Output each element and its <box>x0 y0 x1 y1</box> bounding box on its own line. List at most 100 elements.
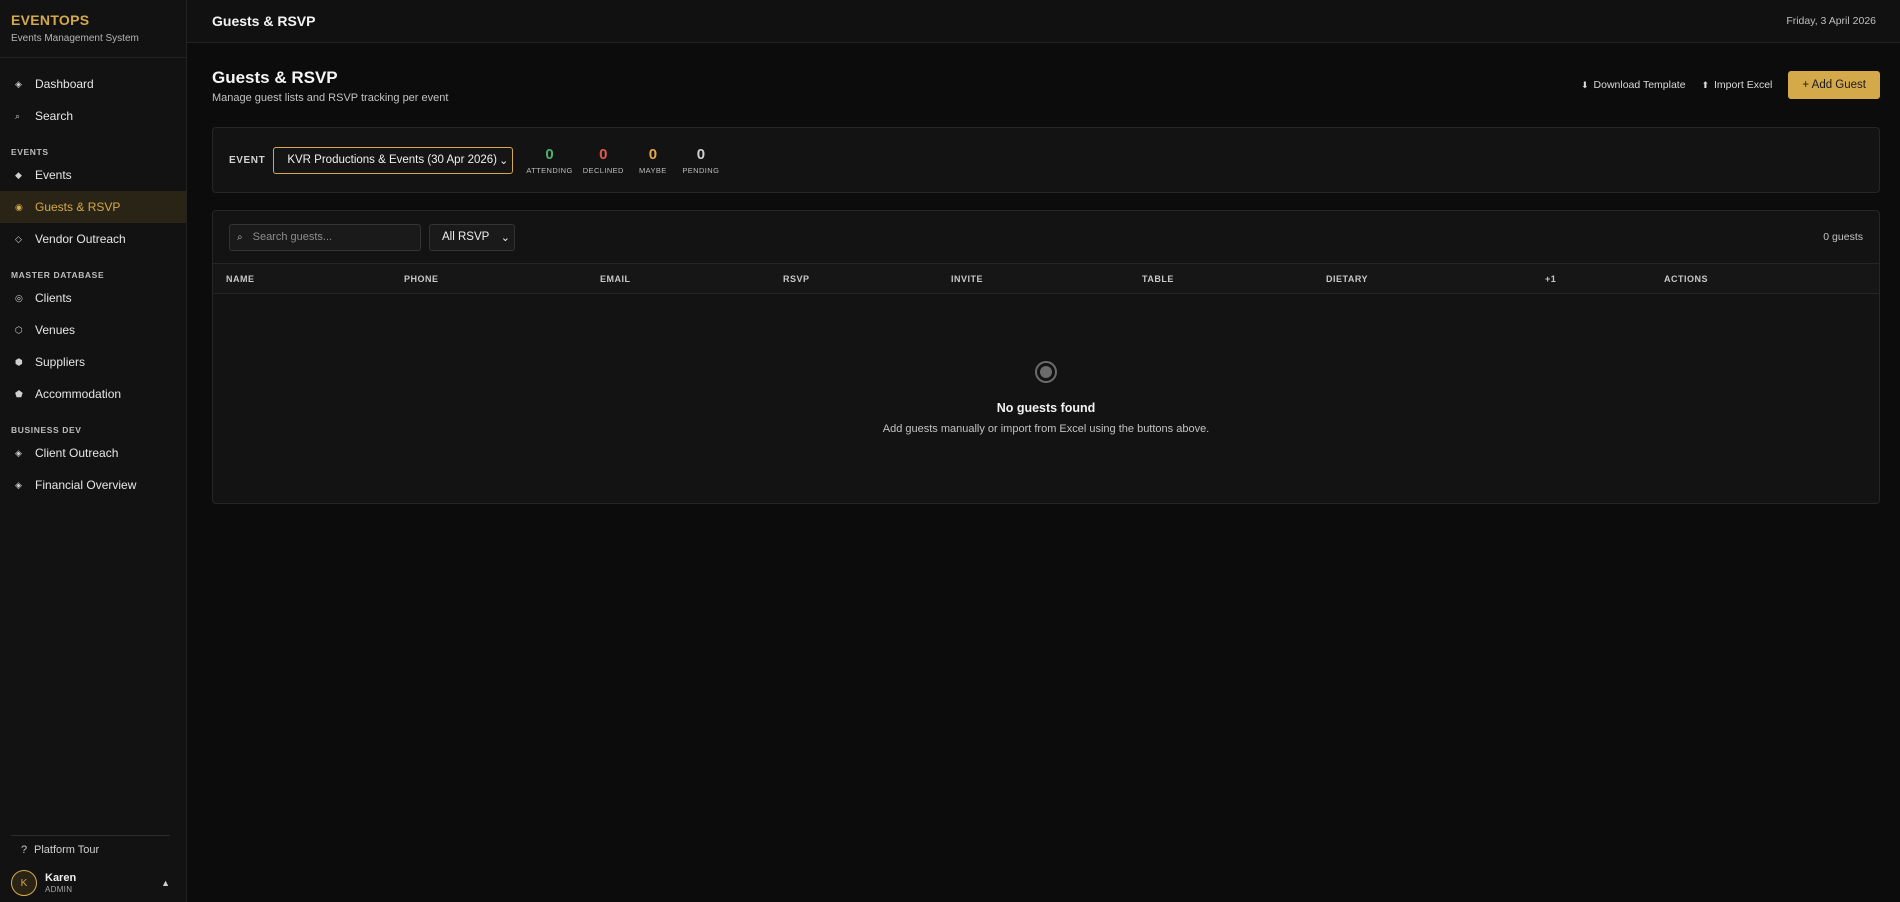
column-header-rsvp[interactable]: RSVP <box>783 274 810 284</box>
sidebar-item-dashboard[interactable]: ◈ Dashboard <box>0 68 186 100</box>
sidebar-item-suppliers[interactable]: ⬢ Suppliers <box>0 346 186 378</box>
sidebar-item-client-outreach[interactable]: ◈ Client Outreach <box>0 437 186 469</box>
column-header-plus-one[interactable]: +1 <box>1545 274 1556 284</box>
column-header-dietary[interactable]: DIETARY <box>1326 274 1368 284</box>
add-guest-button[interactable]: + Add Guest <box>1788 71 1880 99</box>
sidebar-item-clients[interactable]: ◎ Clients <box>0 282 186 314</box>
stat-declined: 0 DECLINED <box>583 146 624 175</box>
column-header-invite[interactable]: INVITE <box>951 274 983 284</box>
sidebar-item-accommodation[interactable]: ⬟ Accommodation <box>0 378 186 410</box>
rsvp-filter-value: All RSVP <box>442 231 490 243</box>
column-header-table[interactable]: TABLE <box>1142 274 1174 284</box>
column-header-actions: ACTIONS <box>1664 274 1708 284</box>
sidebar-nav: ◈ Dashboard ⌕ Search EVENTS ◆ Events ◉ G… <box>0 58 186 501</box>
search-icon: ⌕ <box>237 231 243 243</box>
sidebar-item-label: Clients <box>35 291 72 305</box>
stat-value: 0 <box>599 145 608 163</box>
user-menu[interactable]: K Karen ADMIN ▲ <box>0 864 186 902</box>
main-content: Guests & RSVP Manage guest lists and RSV… <box>187 43 1900 902</box>
chevron-down-icon: ⌄ <box>499 154 509 167</box>
sidebar-item-financial-overview[interactable]: ◈ Financial Overview <box>0 469 186 501</box>
download-template-button[interactable]: ⬇ Download Template <box>1581 79 1686 91</box>
topbar-title: Guests & RSVP <box>212 13 316 29</box>
sidebar-item-label: Vendor Outreach <box>35 232 126 246</box>
chevron-up-icon[interactable]: ▲ <box>161 878 170 888</box>
user-name: Karen <box>45 872 77 884</box>
event-label: EVENT <box>229 154 266 166</box>
stat-value: 0 <box>545 145 554 163</box>
sidebar-item-label: Search <box>35 109 74 123</box>
stat-value: 0 <box>648 145 658 163</box>
sidebar-item-label: Financial Overview <box>35 478 137 492</box>
empty-target-icon <box>1035 361 1057 383</box>
column-header-email[interactable]: EMAIL <box>600 274 631 284</box>
upload-icon: ⬆ <box>1701 80 1710 90</box>
stat-label: MAYBE <box>639 165 667 175</box>
rsvp-stats: 0 ATTENDING 0 DECLINED 0 MAYBE 0 PENDING <box>526 146 730 175</box>
download-icon: ⬇ <box>1581 80 1589 90</box>
search-box: ⌕ <box>229 223 421 251</box>
stat-value: 0 <box>696 145 706 163</box>
event-select[interactable]: KVR Productions & Events (30 Apr 2026) ⌄ <box>273 146 514 174</box>
brand: EVENTOPS Events Management System <box>0 0 186 58</box>
sidebar-item-label: Accommodation <box>35 387 122 401</box>
rsvp-filter-select[interactable]: All RSVP ⌄ <box>429 223 515 251</box>
avatar: K <box>11 870 37 896</box>
sidebar-item-label: Client Outreach <box>35 446 119 460</box>
sidebar-item-guests-rsvp[interactable]: ◉ Guests & RSVP <box>0 191 186 223</box>
stat-pending: 0 PENDING <box>682 146 720 175</box>
table-header: NAME PHONE EMAIL RSVP INVITE TABLE DIETA… <box>213 263 1879 294</box>
page-actions: ⬇ Download Template ⬆ Import Excel + Add… <box>1581 71 1880 99</box>
topbar: Guests & RSVP Friday, 3 April 2026 <box>187 0 1900 43</box>
sidebar-footer: ? Platform Tour K Karen ADMIN ▲ <box>0 835 186 902</box>
brand-subtitle: Events Management System <box>11 33 139 44</box>
event-filter-card: EVENT KVR Productions & Events (30 Apr 2… <box>212 127 1880 193</box>
empty-state-title: No guests found <box>996 401 1096 415</box>
target-icon: ◉ <box>15 201 23 212</box>
column-header-phone[interactable]: PHONE <box>404 274 439 284</box>
stat-label: ATTENDING <box>526 165 573 175</box>
user-role: ADMIN <box>45 885 73 894</box>
sidebar-item-vendor-outreach[interactable]: ◇ Vendor Outreach <box>0 223 186 255</box>
sidebar-item-label: Suppliers <box>35 355 86 369</box>
brand-logo-text: EVENTOPS <box>11 12 90 28</box>
user-info: Karen ADMIN <box>45 872 161 894</box>
sidebar-item-label: Dashboard <box>35 77 94 91</box>
help-icon: ? <box>21 844 28 856</box>
diamond-dot-icon: ◈ <box>15 479 22 490</box>
search-input[interactable] <box>252 231 413 243</box>
sidebar-item-label: Events <box>35 168 72 182</box>
sidebar-item-venues[interactable]: ⬡ Venues <box>0 314 186 346</box>
page-title: Guests & RSVP <box>212 68 338 87</box>
circle-icon: ◎ <box>15 292 23 303</box>
guest-count: 0 guests <box>1823 231 1863 243</box>
sidebar-item-search[interactable]: ⌕ Search <box>0 100 186 132</box>
sidebar-item-events[interactable]: ◆ Events <box>0 159 186 191</box>
nav-section-title: EVENTS <box>11 147 49 157</box>
nav-section-title: BUSINESS DEV <box>11 425 82 435</box>
hexagon-icon: ⬢ <box>15 356 23 367</box>
house-icon: ⬟ <box>15 388 23 399</box>
stat-label: DECLINED <box>582 165 624 175</box>
sidebar-item-label: Venues <box>35 323 76 337</box>
event-select-value: KVR Productions & Events (30 Apr 2026) <box>287 154 498 166</box>
stat-attending: 0 ATTENDING <box>526 146 572 175</box>
page-subtitle: Manage guest lists and RSVP tracking per… <box>212 92 449 104</box>
column-header-name[interactable]: NAME <box>226 274 255 284</box>
diamond-dot-icon: ◈ <box>15 447 22 458</box>
stat-maybe: 0 MAYBE <box>634 146 672 175</box>
sidebar: EVENTOPS Events Management System ◈ Dash… <box>0 0 187 902</box>
search-icon: ⌕ <box>15 110 21 121</box>
empty-state: No guests found Add guests manually or i… <box>213 361 1879 435</box>
platform-tour-button[interactable]: ? Platform Tour <box>0 836 186 864</box>
diamond-outline-icon: ◇ <box>15 233 22 244</box>
hexagon-outline-icon: ⬡ <box>15 324 23 335</box>
current-date: Friday, 3 April 2026 <box>1786 15 1876 27</box>
stat-label: PENDING <box>682 165 720 175</box>
nav-section-title: MASTER DATABASE <box>11 270 105 280</box>
dashboard-icon: ◈ <box>15 78 22 89</box>
import-excel-button[interactable]: ⬆ Import Excel <box>1702 79 1773 91</box>
guests-table-card: ⌕ All RSVP ⌄ 0 guests NAME PHONE EMAIL R… <box>212 210 1880 504</box>
page-header: Guests & RSVP Manage guest lists and RSV… <box>212 43 1880 127</box>
diamond-icon: ◆ <box>15 169 22 180</box>
